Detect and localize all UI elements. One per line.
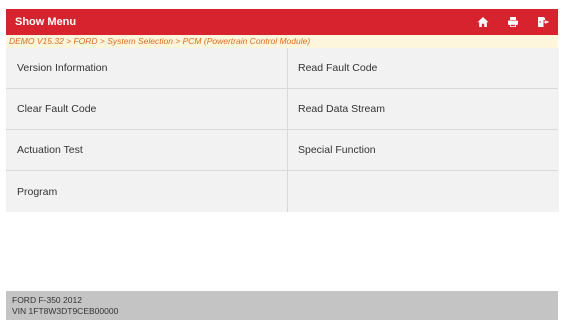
menu-item-read-data-stream[interactable]: Read Data Stream	[288, 89, 559, 129]
print-button[interactable]	[498, 9, 528, 35]
print-icon	[507, 16, 519, 28]
home-icon	[477, 16, 489, 28]
vehicle-info-footer: FORD F-350 2012 VIN 1FT8W3DT9CEB00000	[6, 291, 558, 320]
menu-item-empty	[288, 171, 559, 212]
home-button[interactable]	[468, 9, 498, 35]
vehicle-model: FORD F-350 2012	[12, 295, 82, 305]
menu-item-version-information[interactable]: Version Information	[6, 48, 287, 88]
menu-item-special-function[interactable]: Special Function	[288, 130, 559, 170]
page-title: Show Menu	[15, 16, 77, 28]
exit-button[interactable]	[528, 9, 558, 35]
title-bar: Show Menu	[6, 9, 558, 35]
breadcrumb: DEMO V15.32 > FORD > System Selection > …	[6, 35, 558, 48]
vehicle-vin: VIN 1FT8W3DT9CEB00000	[12, 306, 119, 316]
screen: Show Menu DEMO V15.32 > FORD > System Se…	[0, 0, 564, 320]
menu-item-clear-fault-code[interactable]: Clear Fault Code	[6, 89, 287, 129]
exit-icon	[537, 16, 549, 28]
menu-item-read-fault-code[interactable]: Read Fault Code	[288, 48, 559, 88]
menu-item-program[interactable]: Program	[6, 171, 287, 212]
menu-item-actuation-test[interactable]: Actuation Test	[6, 130, 287, 170]
function-menu-grid: Version Information Read Fault Code Clea…	[6, 48, 559, 212]
